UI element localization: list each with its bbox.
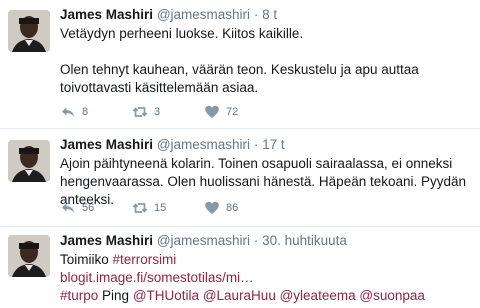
retweet-button[interactable]: 3 — [132, 104, 204, 120]
tweet-line: Toimiiko #terrorsimi — [60, 251, 472, 269]
tweet-paragraph: Olen tehnyt kauhean, väärän teon. Keskus… — [60, 62, 419, 95]
retweet-icon — [132, 104, 148, 120]
avatar-photo-icon — [8, 235, 50, 277]
reply-button[interactable]: 8 — [60, 104, 132, 120]
mention-link[interactable]: @yleateema — [280, 288, 356, 303]
avatar[interactable] — [8, 140, 50, 182]
tweet-header: James Mashiri @jamesmashiri · 8 t — [60, 6, 472, 24]
url-link[interactable]: blogit.image.fi/somestotilas/mi… — [60, 270, 254, 285]
username[interactable]: @jamesmashiri — [157, 233, 250, 248]
fullname[interactable]: James Mashiri — [60, 7, 153, 22]
like-count: 72 — [226, 106, 239, 118]
tweet-actions: 8 3 72 — [60, 103, 276, 121]
tweet-text: Vetäydyn perheeni luokse. Kiitos kaikill… — [60, 25, 472, 97]
tweet[interactable]: James Mashiri @jamesmashiri · 8 t Vetäyd… — [0, 0, 480, 128]
tweet-timeline: James Mashiri @jamesmashiri · 8 t Vetäyd… — [0, 0, 480, 308]
fullname[interactable]: James Mashiri — [60, 233, 153, 248]
username[interactable]: @jamesmashiri — [157, 7, 250, 22]
tweet-text-segment: Ping — [102, 288, 130, 303]
timestamp[interactable]: 17 t — [262, 137, 285, 152]
mention-link[interactable]: @LauraHuu — [203, 288, 276, 303]
tweet-text: Toimiiko #terrorsimi blogit.image.fi/som… — [60, 251, 472, 305]
mention-link[interactable]: @THUotila — [133, 288, 199, 303]
tweet-paragraph: Vetäydyn perheeni luokse. Kiitos kaikill… — [60, 26, 304, 41]
reply-count: 56 — [82, 202, 95, 214]
timestamp[interactable]: 8 t — [262, 7, 277, 22]
retweet-count: 15 — [154, 202, 167, 214]
retweet-icon — [132, 200, 148, 216]
separator: · — [253, 7, 259, 22]
separator: · — [253, 233, 259, 248]
username[interactable]: @jamesmashiri — [157, 137, 250, 152]
reply-count: 8 — [82, 106, 89, 118]
tweet-actions: 56 15 86 — [60, 199, 276, 217]
reply-button[interactable]: 56 — [60, 200, 132, 216]
like-button[interactable]: 72 — [204, 104, 276, 120]
tweet-line: #turpo Ping @THUotila @LauraHuu @yleatee… — [60, 287, 472, 305]
retweet-button[interactable]: 15 — [132, 200, 204, 216]
mention-link[interactable]: @suonpaa — [359, 288, 425, 303]
avatar-photo-icon — [8, 10, 50, 52]
timestamp[interactable]: 30. huhtikuuta — [262, 233, 347, 248]
tweet-content: James Mashiri @jamesmashiri · 30. huhtik… — [60, 232, 472, 305]
tweet-text-segment: Toimiiko — [60, 252, 109, 267]
tweet-header: James Mashiri @jamesmashiri · 30. huhtik… — [60, 232, 472, 250]
reply-icon — [60, 200, 76, 216]
tweet-content: James Mashiri @jamesmashiri · 8 t Vetäyd… — [60, 6, 472, 97]
tweet-line: blogit.image.fi/somestotilas/mi… — [60, 269, 472, 287]
avatar[interactable] — [8, 10, 50, 52]
fullname[interactable]: James Mashiri — [60, 137, 153, 152]
hashtag-link[interactable]: #terrorsimi — [113, 252, 177, 267]
tweet[interactable]: James Mashiri @jamesmashiri · 30. huhtik… — [0, 227, 480, 308]
like-button[interactable]: 86 — [204, 200, 276, 216]
heart-icon — [204, 200, 220, 216]
tweet[interactable]: James Mashiri @jamesmashiri · 17 t Ajoin… — [0, 129, 480, 226]
separator: · — [253, 137, 259, 152]
tweet-header: James Mashiri @jamesmashiri · 17 t — [60, 136, 472, 154]
reply-icon — [60, 104, 76, 120]
hashtag-link[interactable]: #turpo — [60, 288, 98, 303]
avatar-photo-icon — [8, 140, 50, 182]
avatar[interactable] — [8, 235, 50, 277]
heart-icon — [204, 104, 220, 120]
like-count: 86 — [226, 202, 239, 214]
retweet-count: 3 — [154, 106, 161, 118]
